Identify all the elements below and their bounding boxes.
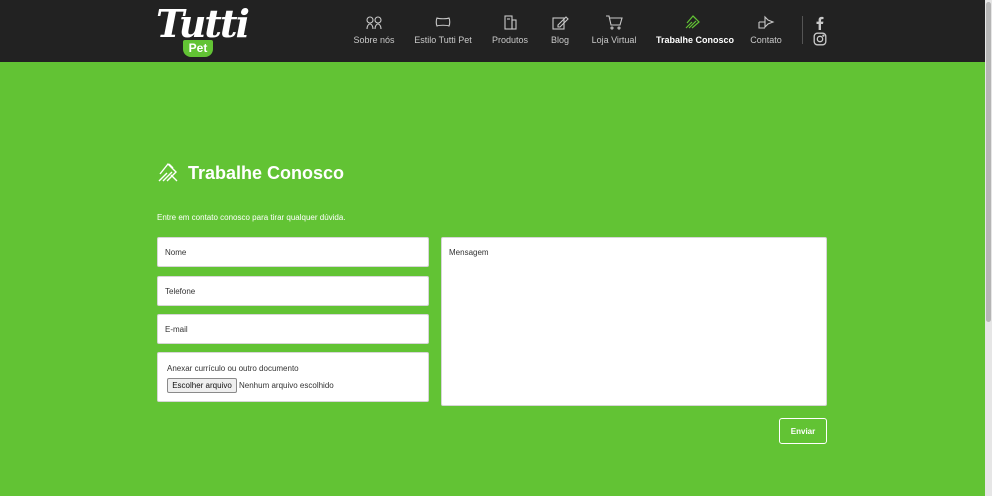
scrollbar-thumb[interactable] bbox=[986, 2, 991, 322]
submit-button[interactable]: Enviar bbox=[779, 418, 827, 444]
nav-label: Produtos bbox=[491, 35, 529, 45]
instagram-icon bbox=[813, 32, 827, 46]
nav-item-trabalhe-conosco[interactable]: Trabalhe Conosco bbox=[656, 0, 735, 62]
nav-divider bbox=[802, 16, 803, 44]
facebook-icon bbox=[813, 16, 827, 30]
products-icon bbox=[501, 14, 519, 30]
site-header: Tutti Pet Sobre nós Estilo Tutti Pet Pro… bbox=[0, 0, 992, 62]
tutti-pet-logo[interactable]: Tutti Pet bbox=[156, 4, 250, 58]
nav-item-blog[interactable]: Blog bbox=[546, 0, 574, 62]
nav-item-contato[interactable]: Contato bbox=[746, 0, 786, 62]
choose-file-button[interactable]: Escolher arquivo bbox=[167, 378, 237, 393]
nav-item-produtos[interactable]: Produtos bbox=[490, 0, 530, 62]
nav-label: Blog bbox=[550, 35, 569, 45]
nav-item-sobre-nos[interactable]: Sobre nós bbox=[352, 0, 396, 62]
handshake-icon bbox=[684, 14, 702, 30]
nav-label: Contato bbox=[750, 35, 782, 45]
name-input[interactable] bbox=[157, 237, 429, 267]
file-status: Nenhum arquivo escolhido bbox=[239, 381, 334, 390]
paw-icon bbox=[757, 14, 775, 30]
email-input[interactable] bbox=[157, 314, 429, 344]
page-title: Trabalhe Conosco bbox=[188, 163, 345, 183]
phone-input[interactable] bbox=[157, 276, 429, 306]
bone-icon bbox=[434, 14, 452, 30]
cart-icon bbox=[605, 14, 623, 30]
nav-label: Trabalhe Conosco bbox=[656, 35, 735, 45]
facebook-link[interactable] bbox=[813, 16, 827, 30]
intro-text: Entre em contato conosco para tirar qual… bbox=[157, 213, 346, 222]
instagram-link[interactable] bbox=[813, 32, 827, 46]
dogs-icon bbox=[365, 14, 383, 30]
page-scrollbar[interactable] bbox=[985, 0, 992, 496]
handshake-icon bbox=[157, 161, 181, 183]
message-textarea[interactable] bbox=[441, 237, 827, 406]
nav-item-estilo-tutti-pet[interactable]: Estilo Tutti Pet bbox=[414, 0, 472, 62]
nav-label: Estilo Tutti Pet bbox=[414, 35, 472, 45]
pencil-icon bbox=[551, 14, 569, 30]
upload-label: Anexar currículo ou outro documento bbox=[167, 364, 299, 373]
nav-label: Sobre nós bbox=[353, 35, 395, 45]
logo-badge: Pet bbox=[183, 40, 213, 57]
file-upload-field: Anexar currículo ou outro documento Esco… bbox=[157, 352, 429, 402]
nav-item-loja-virtual[interactable]: Loja Virtual bbox=[590, 0, 638, 62]
logo-wordmark: Tutti bbox=[156, 1, 250, 46]
nav-label: Loja Virtual bbox=[591, 35, 637, 45]
